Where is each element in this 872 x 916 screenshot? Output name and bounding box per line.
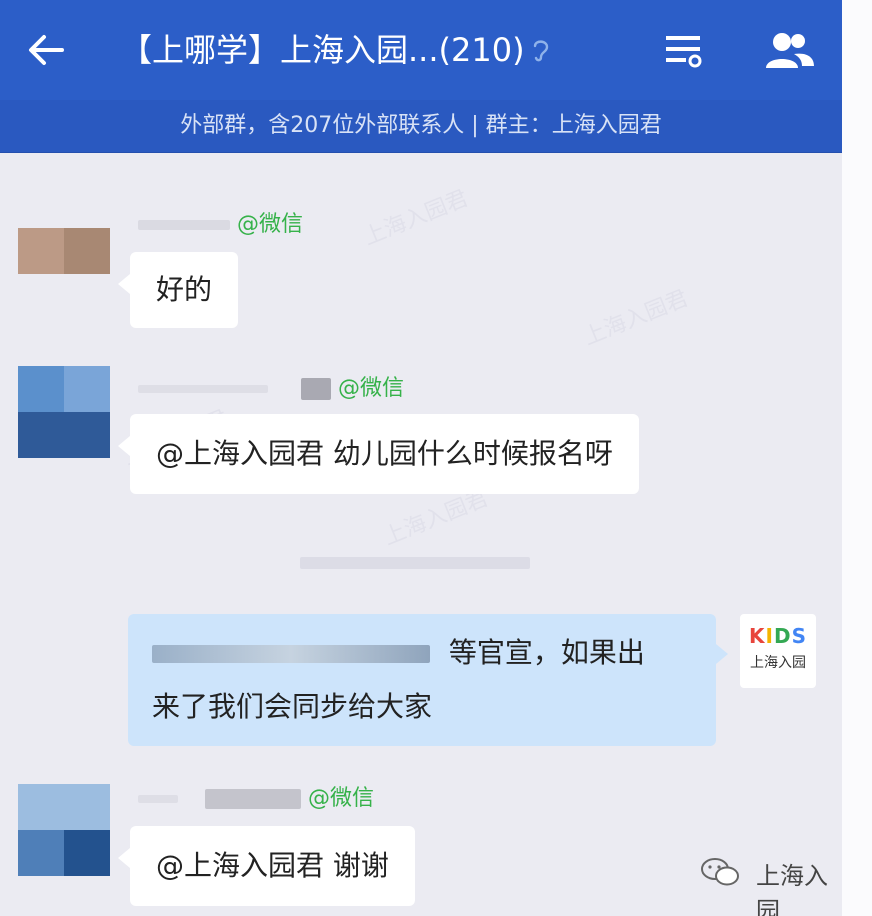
avatar[interactable] — [18, 228, 110, 274]
message-bubble[interactable]: @上海入园君 幼儿园什么时候报名呀 — [118, 414, 639, 494]
my-message-bubble[interactable]: 等官宣，如果出 来了我们会同步给大家 — [128, 614, 728, 746]
wechat-source-tag: @微信 — [308, 786, 375, 811]
group-menu-icon[interactable] — [664, 32, 704, 70]
my-avatar-logo[interactable]: KIDS 上海入园 — [740, 614, 816, 688]
group-info-bar: 外部群，含207位外部联系人 | 群主：上海入园君 — [0, 100, 842, 153]
message-line-1: 等官宣，如果出 — [152, 626, 692, 680]
mute-ear-icon — [533, 40, 548, 62]
message-bubble[interactable]: @上海入园君 谢谢 — [118, 826, 415, 906]
logo-word: KIDS — [749, 624, 807, 648]
message-text: 好的 — [156, 273, 213, 306]
message-line-2: 来了我们会同步给大家 — [152, 690, 433, 723]
watermark-text: 上海入园 — [756, 862, 828, 916]
message-text: @上海入园君 幼儿园什么时候报名呀 — [156, 437, 613, 470]
wechat-source-tag: @微信 — [237, 212, 304, 237]
avatar[interactable] — [18, 366, 110, 458]
members-icon[interactable] — [764, 30, 816, 70]
avatar[interactable] — [18, 784, 110, 876]
sender-name: @微信 — [138, 374, 404, 404]
background-watermark: 上海入园君 — [580, 286, 692, 351]
wechat-logo-icon — [701, 858, 739, 886]
logo-subtitle: 上海入园 — [750, 655, 806, 671]
message-bubble[interactable]: 好的 — [117, 252, 239, 328]
chat-header: 【上哪学】上海入园...(210) — [0, 0, 842, 100]
chat-area: 上海入园君 上海入园君 上海入园君 上海入园君 【上哪学】上海入园...(210… — [0, 0, 842, 916]
timestamp — [300, 550, 530, 575]
page-margin — [842, 0, 872, 916]
wechat-source-tag: @微信 — [338, 376, 405, 401]
sender-name: @微信 — [138, 210, 303, 240]
message-text: @上海入园君 谢谢 — [156, 849, 389, 882]
chat-title-group: 【上哪学】上海入园...(210) — [120, 30, 551, 70]
chat-title: 【上哪学】上海入园...(210) — [120, 31, 525, 69]
back-arrow-icon[interactable] — [24, 28, 68, 72]
group-info-text: 外部群，含207位外部联系人 | 群主：上海入园君 — [180, 113, 662, 138]
background-watermark: 上海入园君 — [360, 186, 472, 251]
sender-name: @微信 — [138, 784, 374, 814]
